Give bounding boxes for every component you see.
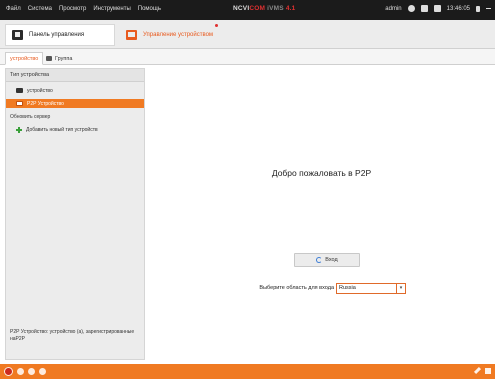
alarm-icon[interactable] [4,367,13,376]
sidebar-item-p2p-device[interactable]: P2P Устройство [6,99,144,108]
p2p-main-pane: Добро пожаловать в P2P Вход Выберите обл… [148,68,495,360]
status-bar-icons [4,367,46,376]
region-select[interactable]: Russia ▾ [336,283,406,294]
clock-time: 13:46:05 [446,5,470,12]
tab-control-panel[interactable]: Панель управления [5,24,115,46]
subtab-group[interactable]: Группа [42,52,76,65]
image-icon[interactable] [420,5,428,12]
welcome-heading: Добро пожаловать в P2P [271,168,372,178]
event-icon[interactable] [39,368,46,375]
menu-system[interactable]: Система [28,6,52,12]
tab-device-management[interactable]: Управление устройством [120,24,224,46]
lock-icon[interactable] [407,5,415,12]
sidebar-item-label: Добавить новый тип устройств [26,126,98,133]
tab-device-management-label: Управление устройством [143,32,214,38]
subtabs: устройство Группа [0,49,495,65]
region-select-value: Russia [339,285,356,291]
app-title-main: NCVI [233,5,250,12]
sidebar-item-device[interactable]: устройство [6,86,144,95]
expand-icon[interactable] [485,367,491,374]
app-title-tail: iVMS [265,5,284,12]
device-icon [16,88,23,93]
close-dot-icon[interactable] [215,24,218,27]
device-management-icon [126,30,137,40]
subtab-device[interactable]: устройство [5,52,44,65]
device-type-sidebar: Тип устройства устройство P2P Устройство… [5,68,145,360]
control-panel-icon [12,30,23,40]
menu-list: Файл Система Просмотр Инструменты Помощь [6,6,161,12]
monitor-icon[interactable] [433,5,441,12]
status-bar [0,364,495,379]
sound-icon[interactable] [17,368,24,375]
sidebar-item-update-server[interactable]: Обновить сервер [6,112,144,121]
group-icon [46,56,52,61]
sidebar-header: Тип устройства [6,69,144,82]
tab-control-panel-label: Панель управления [29,32,85,38]
region-label: Выберите область для входа [259,285,334,291]
p2p-device-icon [16,101,23,106]
menu-file[interactable]: Файл [6,6,21,12]
sidebar-item-label: Обновить сервер [10,113,51,120]
toolbar: Панель управления Управление устройством [0,20,495,49]
pin-icon[interactable] [473,366,482,375]
record-icon[interactable] [28,368,35,375]
chevron-down-icon[interactable]: ▾ [396,284,405,293]
menubar: Файл Система Просмотр Инструменты Помощь… [0,0,495,20]
refresh-icon [316,257,323,263]
app-title: NCVICOM iVMS 4.1 [233,5,295,12]
subtab-device-label: устройство [10,55,39,62]
status-bar-right [473,366,491,375]
menu-tools[interactable]: Инструменты [93,6,130,12]
padlock-icon[interactable] [476,5,480,12]
plus-icon [16,126,22,133]
sidebar-item-label: P2P Устройство [27,100,64,107]
subtab-group-label: Группа [55,55,73,62]
sidebar-item-label: устройство [27,87,53,94]
menu-view[interactable]: Просмотр [59,6,86,12]
sidebar-item-add-device-type[interactable]: Добавить новый тип устройств [6,125,144,134]
username: admin [385,5,402,12]
login-button[interactable]: Вход [294,253,360,267]
login-button-label: Вход [325,257,338,263]
app-title-mid: COM [249,5,266,12]
menu-help[interactable]: Помощь [138,6,161,12]
region-row: Выберите область для входа Russia ▾ [148,283,495,294]
sidebar-status-text: P2P Устройство: устройство (а), зарегист… [10,329,135,342]
menubar-right: admin 13:46:05 [385,5,491,12]
minimize-icon[interactable] [486,8,491,9]
app-title-version: 4.1 [285,5,296,12]
